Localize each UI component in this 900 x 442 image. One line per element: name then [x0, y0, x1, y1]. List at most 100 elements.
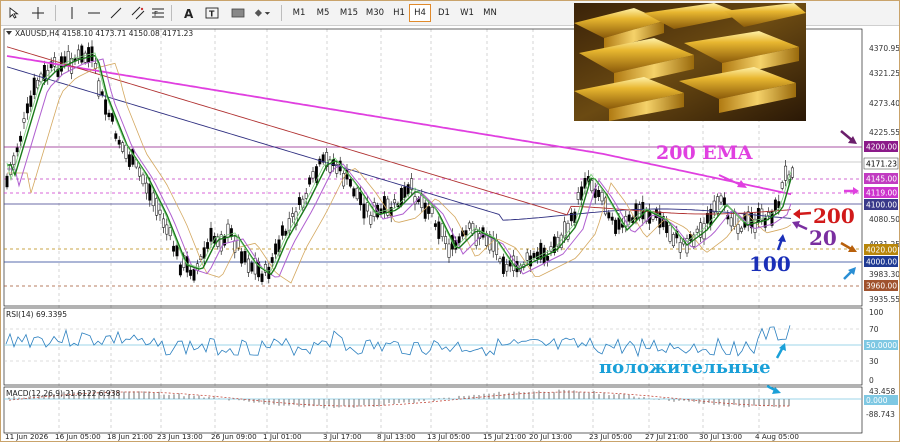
candle-body: [729, 217, 733, 227]
timeframe-h4-button[interactable]: H4: [409, 4, 431, 22]
candle-body: [590, 180, 594, 192]
price-tick: 4225.55: [869, 128, 899, 137]
toolbar-separator: [171, 5, 172, 21]
candle-body: [393, 199, 397, 204]
shapes-dropdown-icon[interactable]: [253, 4, 271, 22]
cursor-arrow-icon[interactable]: [5, 4, 23, 22]
candle-body: [36, 79, 40, 89]
candle-body: [117, 139, 121, 145]
candle-body: [678, 242, 682, 253]
price-tick: 4273.40: [869, 99, 899, 108]
macd-tick-top: 43.458: [869, 387, 895, 396]
candle-body: [498, 258, 502, 262]
right-arrow-4119-head-icon: [853, 187, 859, 195]
candle-body: [597, 189, 601, 198]
rsi-tag-50-text: 50.0000: [866, 341, 897, 350]
candle-body: [240, 251, 244, 264]
horizontal-line-icon[interactable]: [85, 4, 103, 22]
candle-body: [614, 219, 618, 234]
candle-body: [525, 252, 529, 261]
candle-body: [121, 142, 125, 152]
candle-body: [359, 191, 363, 206]
text-label-icon[interactable]: A: [179, 4, 197, 22]
candle-body: [175, 245, 179, 257]
timeframe-w1-button[interactable]: W1: [457, 5, 477, 21]
timeframe-m30-button[interactable]: M30: [363, 5, 387, 21]
time-tick: 20 Jul 13:00: [529, 432, 573, 441]
price-tag-4020-text: 4020.00: [866, 246, 897, 255]
timeframe-m1-button[interactable]: M1: [289, 5, 309, 21]
candle-body: [722, 197, 726, 206]
candle-body: [114, 133, 118, 139]
time-tick: 23 Jun 13:00: [157, 432, 203, 441]
candle-body: [172, 245, 176, 252]
candle-body: [457, 236, 461, 244]
ema200-annotation-label: 200 EMA: [656, 142, 753, 164]
candle-body: [206, 242, 210, 249]
candle-body: [505, 263, 509, 272]
price-tick: 4321.25: [869, 69, 899, 78]
vertical-line-icon[interactable]: [63, 4, 81, 22]
candle-body: [202, 247, 206, 259]
candle-body: [790, 167, 794, 178]
candle-body: [250, 262, 254, 272]
text-box-icon[interactable]: T: [203, 4, 221, 22]
fibonacci-icon[interactable]: F: [149, 4, 167, 22]
candle-body: [144, 182, 148, 194]
candle-body: [780, 182, 784, 189]
price-tag-4200-text: 4200.00: [866, 143, 897, 152]
candle-body: [444, 236, 448, 244]
candle-body: [280, 225, 284, 236]
rsi-tick-0: 0: [869, 376, 874, 385]
rsi-positive-label: положительные: [599, 357, 771, 378]
candle-body: [719, 195, 723, 203]
gold-bars-image: [574, 3, 806, 121]
candle-body: [610, 216, 614, 221]
candle-body: [308, 177, 312, 185]
collapse-arrow-icon[interactable]: [6, 31, 12, 35]
candle-body: [318, 158, 322, 165]
candle-body: [274, 243, 278, 255]
candle-body: [141, 174, 145, 185]
crosshair-icon[interactable]: [29, 4, 47, 22]
timeframe-h1-button[interactable]: H1: [389, 5, 409, 21]
candle-body: [53, 57, 57, 67]
time-axis: 11 Jun 2026 16 Jun 05:00 18 Jun 21:00 23 Ju…: [5, 432, 799, 441]
svg-text:F: F: [154, 10, 158, 18]
timeframe-m15-button[interactable]: M15: [337, 5, 361, 21]
candle-body: [138, 167, 142, 177]
candle-body: [784, 165, 788, 181]
candle-body: [260, 273, 264, 282]
toolbar-separator: [281, 5, 282, 21]
candle-body: [447, 243, 451, 258]
candle-body: [369, 215, 373, 225]
candle-body: [66, 51, 70, 66]
trendline-icon[interactable]: [107, 4, 125, 22]
candle-body: [355, 187, 359, 200]
candle-body: [464, 230, 468, 236]
price-tick: 4080.50: [869, 215, 899, 224]
candle-body: [291, 213, 295, 217]
time-tick: 30 Jul 13:00: [699, 432, 743, 441]
candle-body: [100, 91, 104, 96]
candle-body: [668, 224, 672, 242]
timeframe-mn-button[interactable]: MN: [479, 5, 501, 21]
candle-body: [423, 202, 427, 219]
timeframe-d1-button[interactable]: D1: [435, 5, 453, 21]
candle-body: [440, 223, 444, 237]
timeframe-m5-button[interactable]: M5: [313, 5, 333, 21]
equidistant-channel-icon[interactable]: [129, 4, 147, 22]
rsi-tick-70: 70: [869, 325, 879, 334]
candle-body: [15, 147, 19, 153]
price-tick: 3983.30: [869, 270, 899, 279]
macd-tag-zero-text: 0.000: [866, 396, 888, 405]
time-tick: 4 Aug 05:00: [755, 432, 799, 441]
price-axis: 4370.95 4321.25 4273.40 4225.55 4200.00 …: [863, 44, 899, 304]
candle-body: [19, 135, 23, 142]
macd-axis: 43.458 0.000 -88.743: [864, 387, 898, 419]
time-tick: 1 Jul 01:00: [263, 432, 302, 441]
rectangle-icon[interactable]: [229, 4, 247, 22]
candle-body: [406, 184, 410, 195]
candle-body: [433, 223, 437, 227]
candle-body: [229, 228, 233, 237]
